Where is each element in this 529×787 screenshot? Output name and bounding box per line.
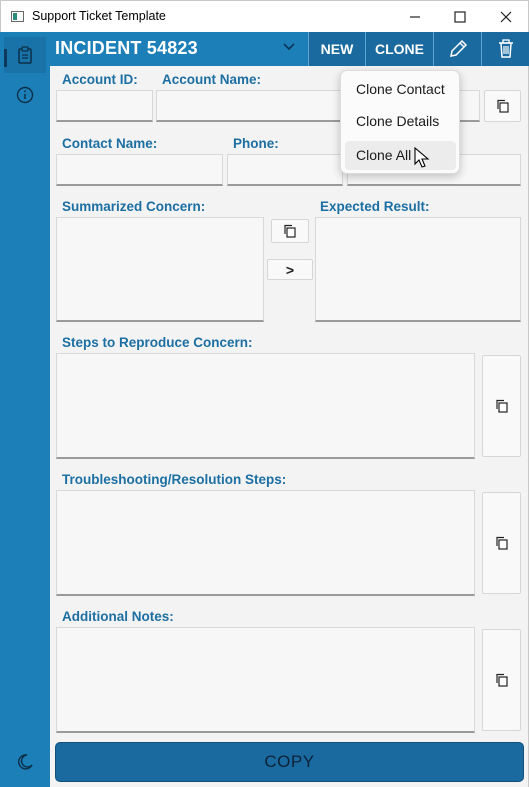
incident-title[interactable]: INCIDENT 54823 (55, 38, 198, 59)
account-id-label: Account ID: (62, 72, 138, 87)
edit-button[interactable] (433, 32, 481, 66)
account-id-field[interactable] (56, 90, 153, 122)
maximize-button[interactable] (437, 1, 483, 33)
ticket-header: INCIDENT 54823 NEW CLONE (50, 32, 529, 66)
summarized-concern-label: Summarized Concern: (62, 199, 206, 214)
copy-troubleshooting-button[interactable] (482, 492, 521, 594)
new-button[interactable]: NEW (308, 32, 365, 66)
troubleshooting-label: Troubleshooting/Resolution Steps: (62, 472, 287, 487)
menu-item-clone-details[interactable]: Clone Details (345, 107, 456, 136)
copy-concern-button[interactable] (271, 219, 309, 243)
copy-steps-button[interactable] (482, 355, 521, 457)
mouse-cursor-icon (414, 147, 430, 168)
minimize-button[interactable] (392, 1, 438, 33)
copy-icon (284, 224, 296, 238)
notes-label: Additional Notes: (62, 609, 174, 624)
summarized-concern-field[interactable] (56, 217, 264, 322)
phone-label: Phone: (233, 136, 279, 151)
nav-info-button[interactable] (4, 77, 46, 113)
copy-icon (495, 673, 508, 687)
steps-field[interactable] (56, 353, 475, 459)
close-icon (500, 11, 512, 23)
nav-rail (0, 32, 50, 787)
copy-icon (496, 99, 509, 113)
account-name-label: Account Name: (162, 72, 262, 87)
nav-active-marker (4, 49, 7, 67)
menu-item-clone-contact[interactable]: Clone Contact (345, 75, 456, 104)
copy-all-button[interactable]: COPY (55, 742, 524, 782)
info-icon (16, 86, 34, 104)
minimize-icon (410, 16, 420, 18)
copy-icon (495, 399, 508, 413)
chevron-down-icon[interactable] (282, 40, 296, 54)
app-icon (11, 11, 24, 22)
steps-label: Steps to Reproduce Concern: (62, 335, 253, 350)
contact-name-field[interactable] (56, 154, 223, 186)
expected-result-field[interactable] (315, 217, 521, 322)
delete-button[interactable] (481, 32, 529, 66)
close-button[interactable] (483, 1, 529, 33)
clone-button[interactable]: CLONE (365, 32, 433, 66)
troubleshooting-field[interactable] (56, 490, 475, 596)
trash-icon (498, 39, 513, 58)
maximize-icon (454, 11, 466, 23)
copy-account-button[interactable] (484, 90, 521, 122)
window-titlebar: Support Ticket Template (0, 0, 529, 32)
theme-toggle-button[interactable] (4, 744, 46, 780)
copy-notes-button[interactable] (482, 629, 521, 731)
menu-item-clone-all[interactable]: Clone All (345, 141, 456, 170)
expected-result-label: Expected Result: (320, 199, 430, 214)
clipboard-icon (18, 46, 32, 64)
nav-ticket-button[interactable] (4, 37, 46, 73)
contact-name-label: Contact Name: (62, 136, 158, 151)
window-title: Support Ticket Template (32, 9, 166, 23)
copy-icon (495, 536, 508, 550)
pencil-icon (449, 39, 467, 57)
transfer-button[interactable]: > (267, 259, 313, 280)
phone-field[interactable] (227, 154, 343, 186)
notes-field[interactable] (56, 627, 475, 733)
moon-icon (18, 754, 33, 770)
clone-menu: Clone Contact Clone Details Clone All (340, 70, 460, 174)
